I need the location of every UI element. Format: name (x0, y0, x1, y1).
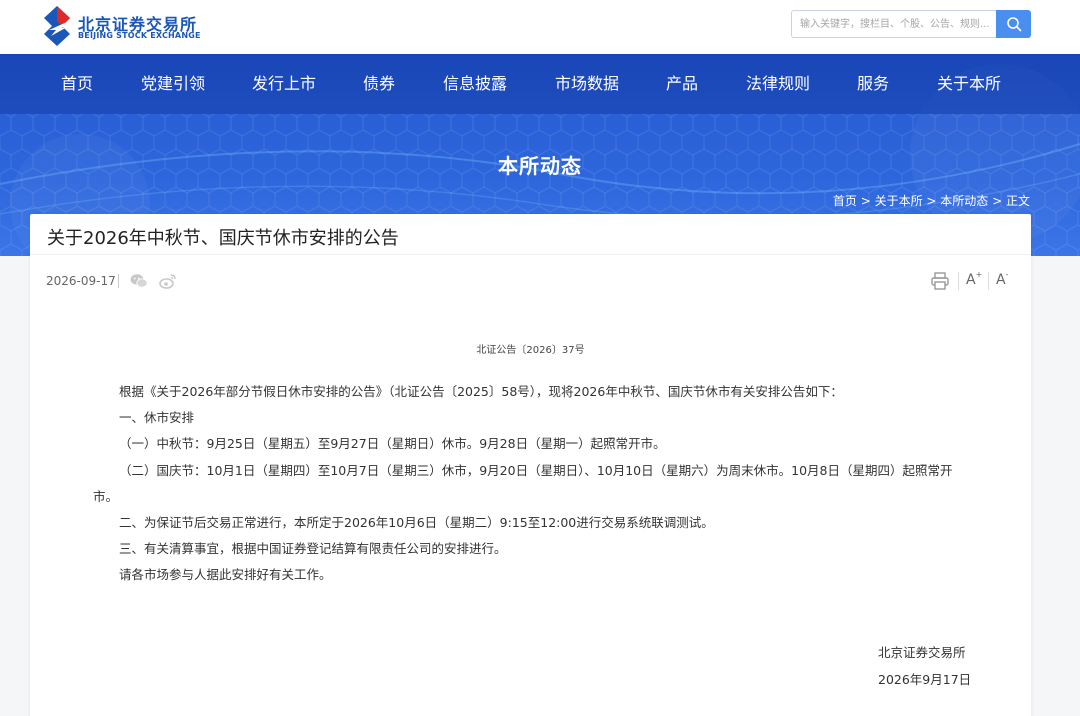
article-title: 关于2026年中秋节、国庆节休市安排的公告 (47, 228, 399, 249)
signature: 北京证券交易所 (878, 645, 966, 660)
paragraph: 市。 (93, 489, 119, 504)
paragraph: （二）国庆节：10月1日（星期四）至10月7日（星期三）休市，9月20日（星期日… (119, 463, 953, 478)
print-icon[interactable] (930, 271, 950, 291)
paragraph: 一、休市安排 (119, 410, 195, 425)
breadcrumb-sep: > (988, 194, 1006, 208)
divider (958, 272, 959, 290)
breadcrumb-item-about[interactable]: 关于本所 (875, 194, 923, 208)
nav-item-about[interactable]: 关于本所 (937, 54, 1001, 114)
bse-logo[interactable]: 北京证券交易所 BEIJING STOCK EXCHANGE (40, 4, 200, 48)
nav-item-disclosure[interactable]: 信息披露 (443, 54, 507, 114)
weibo-icon[interactable] (158, 272, 178, 290)
main-nav: 首页 党建引领 发行上市 债券 信息披露 市场数据 产品 法律规则 服务 关于本… (0, 54, 1080, 114)
nav-item-listing[interactable]: 发行上市 (252, 54, 316, 114)
paragraph: 三、有关清算事宜，根据中国证券登记结算有限责任公司的安排进行。 (119, 541, 507, 556)
article-card: 关于2026年中秋节、国庆节休市安排的公告 2026-09-17 A+ A- 北… (30, 214, 1031, 716)
nav-item-bonds[interactable]: 债券 (363, 54, 395, 114)
nav-item-home[interactable]: 首页 (61, 54, 93, 114)
paragraph: 根据《关于2026年部分节假日休市安排的公告》（北证公告〔2025〕58号），现… (119, 384, 843, 399)
page-title: 本所动态 (498, 154, 582, 178)
breadcrumb-item-current: 正文 (1005, 194, 1030, 208)
font-increase-button[interactable]: A+ (966, 270, 982, 288)
top-header: 北京证券交易所 BEIJING STOCK EXCHANGE (0, 0, 1080, 54)
nav-item-services[interactable]: 服务 (857, 54, 889, 114)
divider (30, 254, 1031, 255)
font-decrease-button[interactable]: A- (996, 270, 1008, 288)
paragraph: 请各市场参与人据此安排好有关工作。 (119, 567, 332, 582)
nav-item-rules[interactable]: 法律规则 (746, 54, 810, 114)
divider (988, 272, 989, 290)
logo-text-en: BEIJING STOCK EXCHANGE (78, 31, 201, 40)
search-button[interactable] (996, 10, 1031, 38)
nav-item-party-building[interactable]: 党建引领 (141, 54, 205, 114)
bse-logo-icon (44, 6, 70, 46)
search-icon (1006, 17, 1021, 32)
divider (118, 274, 119, 288)
document-number: 北证公告〔2026〕37号 (476, 345, 585, 356)
breadcrumb-sep: > (856, 194, 875, 208)
breadcrumb-item-home[interactable]: 首页 (833, 194, 857, 208)
wechat-icon[interactable] (129, 272, 149, 290)
publish-date: 2026-09-17 (46, 274, 116, 288)
nav-item-products[interactable]: 产品 (666, 54, 698, 114)
nav-item-market-data[interactable]: 市场数据 (555, 54, 619, 114)
search-input[interactable] (791, 10, 997, 38)
paragraph: 二、为保证节后交易正常进行，本所定于2026年10月6日（星期二）9:15至12… (119, 515, 714, 530)
breadcrumb-item-news[interactable]: 本所动态 (940, 194, 988, 208)
breadcrumb: 首页 > 关于本所 > 本所动态 > 正文 (833, 192, 1030, 209)
breadcrumb-sep: > (922, 194, 941, 208)
signature-date: 2026年9月17日 (878, 672, 972, 687)
paragraph: （一）中秋节：9月25日（星期五）至9月27日（星期日）休市。9月28日（星期一… (119, 436, 666, 451)
